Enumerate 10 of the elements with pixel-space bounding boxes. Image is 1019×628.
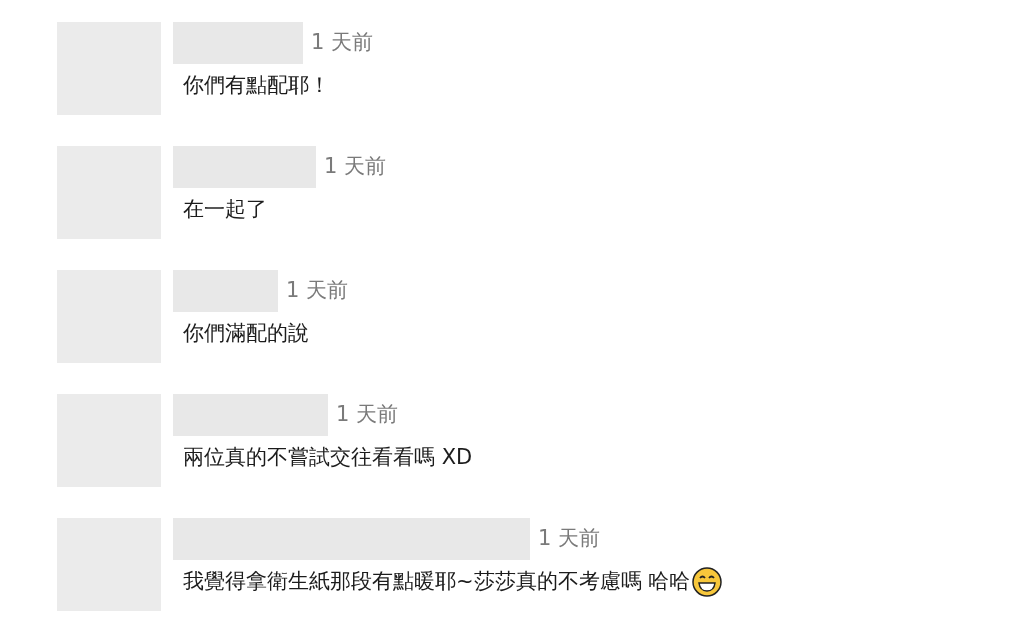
comment-text: 兩位真的不嘗試交往看看嗎 XD	[183, 444, 473, 471]
timestamp: 1 天前	[324, 153, 387, 181]
comment-text: 你們有點配耶！	[183, 72, 330, 99]
timestamp: 1 天前	[311, 29, 374, 57]
comment-text: 在一起了	[183, 196, 267, 223]
timestamp: 1 天前	[286, 277, 349, 305]
comment-text: 你們滿配的說	[183, 320, 309, 347]
timestamp: 1 天前	[336, 401, 399, 429]
comment-text: 我覺得拿衛生紙那段有點暖耶~莎莎真的不考慮嗎 哈哈	[183, 568, 691, 595]
timestamp: 1 天前	[538, 525, 601, 553]
